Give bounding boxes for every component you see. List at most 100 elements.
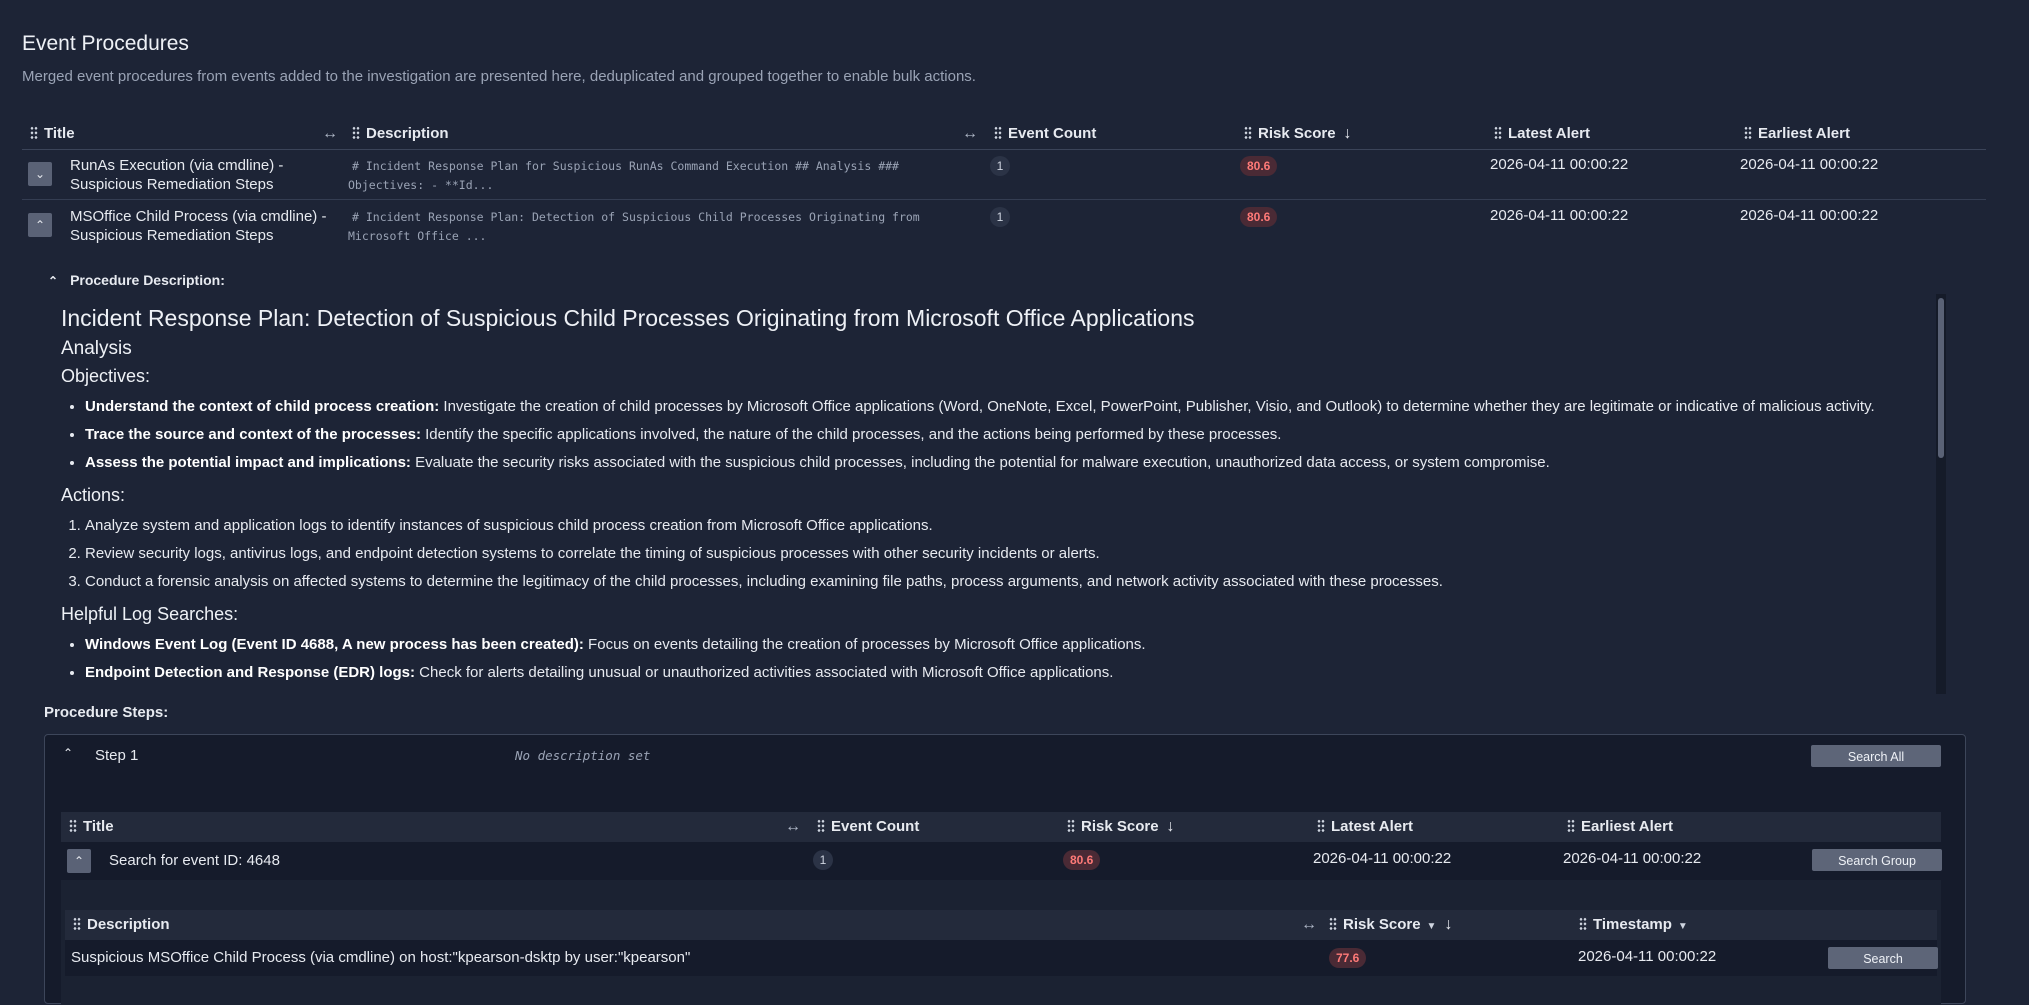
table-row[interactable]: Suspicious MSOffice Child Process (via c… [65,940,1938,976]
column-resize-icon[interactable]: ↔ [322,125,338,143]
column-header-risk-score[interactable]: Risk Score ↓ [1067,818,1175,836]
dropdown-caret-icon[interactable]: ▼ [1678,921,1688,932]
procedure-steps-label: Procedure Steps: [44,704,169,721]
step-description: No description set [515,748,651,763]
objectives-list: Understand the context of child process … [61,393,1928,477]
search-group-title: Search for event ID: 4648 [109,852,280,869]
risk-score-badge: 80.6 [1063,850,1101,870]
procedure-title[interactable]: MSOffice Child Process (via cmdline) - S… [70,207,326,245]
events-table-header: Description ↔ Risk Score ▼ ↓ Timestamp ▼ [65,910,1937,940]
risk-score-badge: 77.6 [1329,948,1367,968]
column-resize-icon[interactable]: ↔ [785,818,801,836]
sort-descending-icon[interactable]: ↓ [1344,125,1352,142]
drag-handle-icon[interactable] [1567,819,1575,833]
list-item: Windows Event Log (Event ID 4688, A new … [85,631,1928,659]
latest-alert: 2026-04-11 00:00:22 [1313,850,1452,867]
chevron-up-icon[interactable]: ⌃ [63,746,73,760]
column-resize-icon[interactable]: ↔ [962,125,978,143]
event-count-badge: 1 [990,156,1010,176]
drag-handle-icon[interactable] [994,126,1002,140]
drag-handle-icon[interactable] [30,126,38,140]
drag-handle-icon[interactable] [1494,126,1502,140]
latest-alert: 2026-04-11 00:00:22 [1490,207,1629,224]
earliest-alert: 2026-04-11 00:00:22 [1563,850,1702,867]
events-subtable: Description ↔ Risk Score ▼ ↓ Timestamp ▼ Su… [61,880,1941,1005]
risk-score-badge: 80.6 [1240,207,1278,227]
log-searches-list: Windows Event Log (Event ID 4688, A new … [61,631,1928,687]
column-header-description[interactable]: Description [73,916,170,933]
step-name: Step 1 [95,747,139,764]
description-heading: Incident Response Plan: Detection of Sus… [61,305,1195,331]
step-panel: ⌃ Step 1 No description set Search All T… [44,734,1966,1005]
table-row[interactable]: ⌃ MSOffice Child Process (via cmdline) -… [22,201,1986,251]
drag-handle-icon[interactable] [73,917,81,931]
column-header-risk-score[interactable]: Risk Score ▼ ↓ [1329,916,1452,934]
drag-handle-icon[interactable] [69,819,77,833]
drag-handle-icon[interactable] [352,126,360,140]
procedure-description-content[interactable]: Incident Response Plan: Detection of Sus… [44,294,1950,694]
earliest-alert: 2026-04-11 00:00:22 [1740,207,1879,224]
event-timestamp: 2026-04-11 00:00:22 [1578,948,1717,965]
chevron-up-icon: ⌃ [34,218,46,232]
event-count-badge: 1 [990,207,1010,227]
chevron-up-icon: ⌃ [73,854,85,868]
description-scrollbar-thumb[interactable] [1938,298,1944,458]
column-header-latest-alert[interactable]: Latest Alert [1494,125,1590,142]
procedures-table-header: Title ↔ Description ↔ Event Count Risk S… [22,120,1986,150]
column-header-event-count[interactable]: Event Count [994,125,1096,142]
step-header[interactable]: ⌃ Step 1 No description set Search All [45,735,1965,775]
table-row[interactable]: ⌄ RunAs Execution (via cmdline) - Suspic… [22,150,1986,200]
table-row[interactable]: ⌃ Search for event ID: 4648 1 80.6 2026-… [61,842,1942,878]
drag-handle-icon[interactable] [1067,819,1075,833]
chevron-down-icon: ⌄ [34,167,46,181]
collapse-row-button[interactable]: ⌃ [28,213,52,237]
earliest-alert: 2026-04-11 00:00:22 [1740,156,1879,173]
procedure-description: # Incident Response Plan for Suspicious … [348,159,899,192]
drag-handle-icon[interactable] [1579,917,1587,931]
actions-list: Analyze system and application logs to i… [61,512,1928,596]
page-subtitle: Merged event procedures from events adde… [22,68,976,85]
sort-descending-icon[interactable]: ↓ [1444,916,1452,933]
column-header-description[interactable]: Description [352,125,449,142]
actions-heading: Actions: [61,485,126,505]
risk-score-badge: 80.6 [1240,156,1278,176]
list-item: Conduct a forensic analysis on affected … [85,568,1928,596]
drag-handle-icon[interactable] [1744,126,1752,140]
search-button[interactable]: Search [1828,947,1938,969]
drag-handle-icon[interactable] [1244,126,1252,140]
event-procedures-page: Event Procedures Merged event procedures… [0,0,2029,1005]
list-item: Assess the potential impact and implicat… [85,449,1928,477]
step-table-header: Title ↔ Event Count Risk Score ↓ Latest A… [61,812,1941,842]
list-item: Endpoint Detection and Response (EDR) lo… [85,659,1928,687]
expand-row-button[interactable]: ⌄ [28,162,52,186]
analysis-heading: Analysis [61,338,132,359]
sort-descending-icon[interactable]: ↓ [1167,818,1175,835]
column-header-timestamp[interactable]: Timestamp ▼ [1579,916,1688,933]
column-header-risk-score[interactable]: Risk Score ↓ [1244,125,1352,143]
drag-handle-icon[interactable] [1317,819,1325,833]
dropdown-caret-icon[interactable]: ▼ [1427,921,1437,932]
procedure-description-toggle[interactable]: ⌃ Procedure Description: [48,272,225,288]
latest-alert: 2026-04-11 00:00:22 [1490,156,1629,173]
column-header-earliest-alert[interactable]: Earliest Alert [1744,125,1850,142]
page-title: Event Procedures [22,32,189,55]
column-header-latest-alert[interactable]: Latest Alert [1317,818,1413,835]
list-item: Review security logs, antivirus logs, an… [85,540,1928,568]
column-header-title[interactable]: Title [30,125,75,142]
collapse-row-button[interactable]: ⌃ [67,849,91,873]
column-resize-icon[interactable]: ↔ [1301,916,1317,934]
procedure-title[interactable]: RunAs Execution (via cmdline) - Suspicio… [70,156,283,194]
column-header-event-count[interactable]: Event Count [817,818,919,835]
list-item: Understand the context of child process … [85,393,1928,421]
list-item: Analyze system and application logs to i… [85,512,1928,540]
column-header-title[interactable]: Title [69,818,114,835]
drag-handle-icon[interactable] [1329,917,1337,931]
log-searches-heading: Helpful Log Searches: [61,604,239,624]
search-group-button[interactable]: Search Group [1812,849,1942,871]
drag-handle-icon[interactable] [817,819,825,833]
list-item: Trace the source and context of the proc… [85,421,1928,449]
search-all-button[interactable]: Search All [1811,745,1941,767]
event-count-badge: 1 [813,850,833,870]
chevron-up-icon: ⌃ [48,274,59,288]
column-header-earliest-alert[interactable]: Earliest Alert [1567,818,1673,835]
